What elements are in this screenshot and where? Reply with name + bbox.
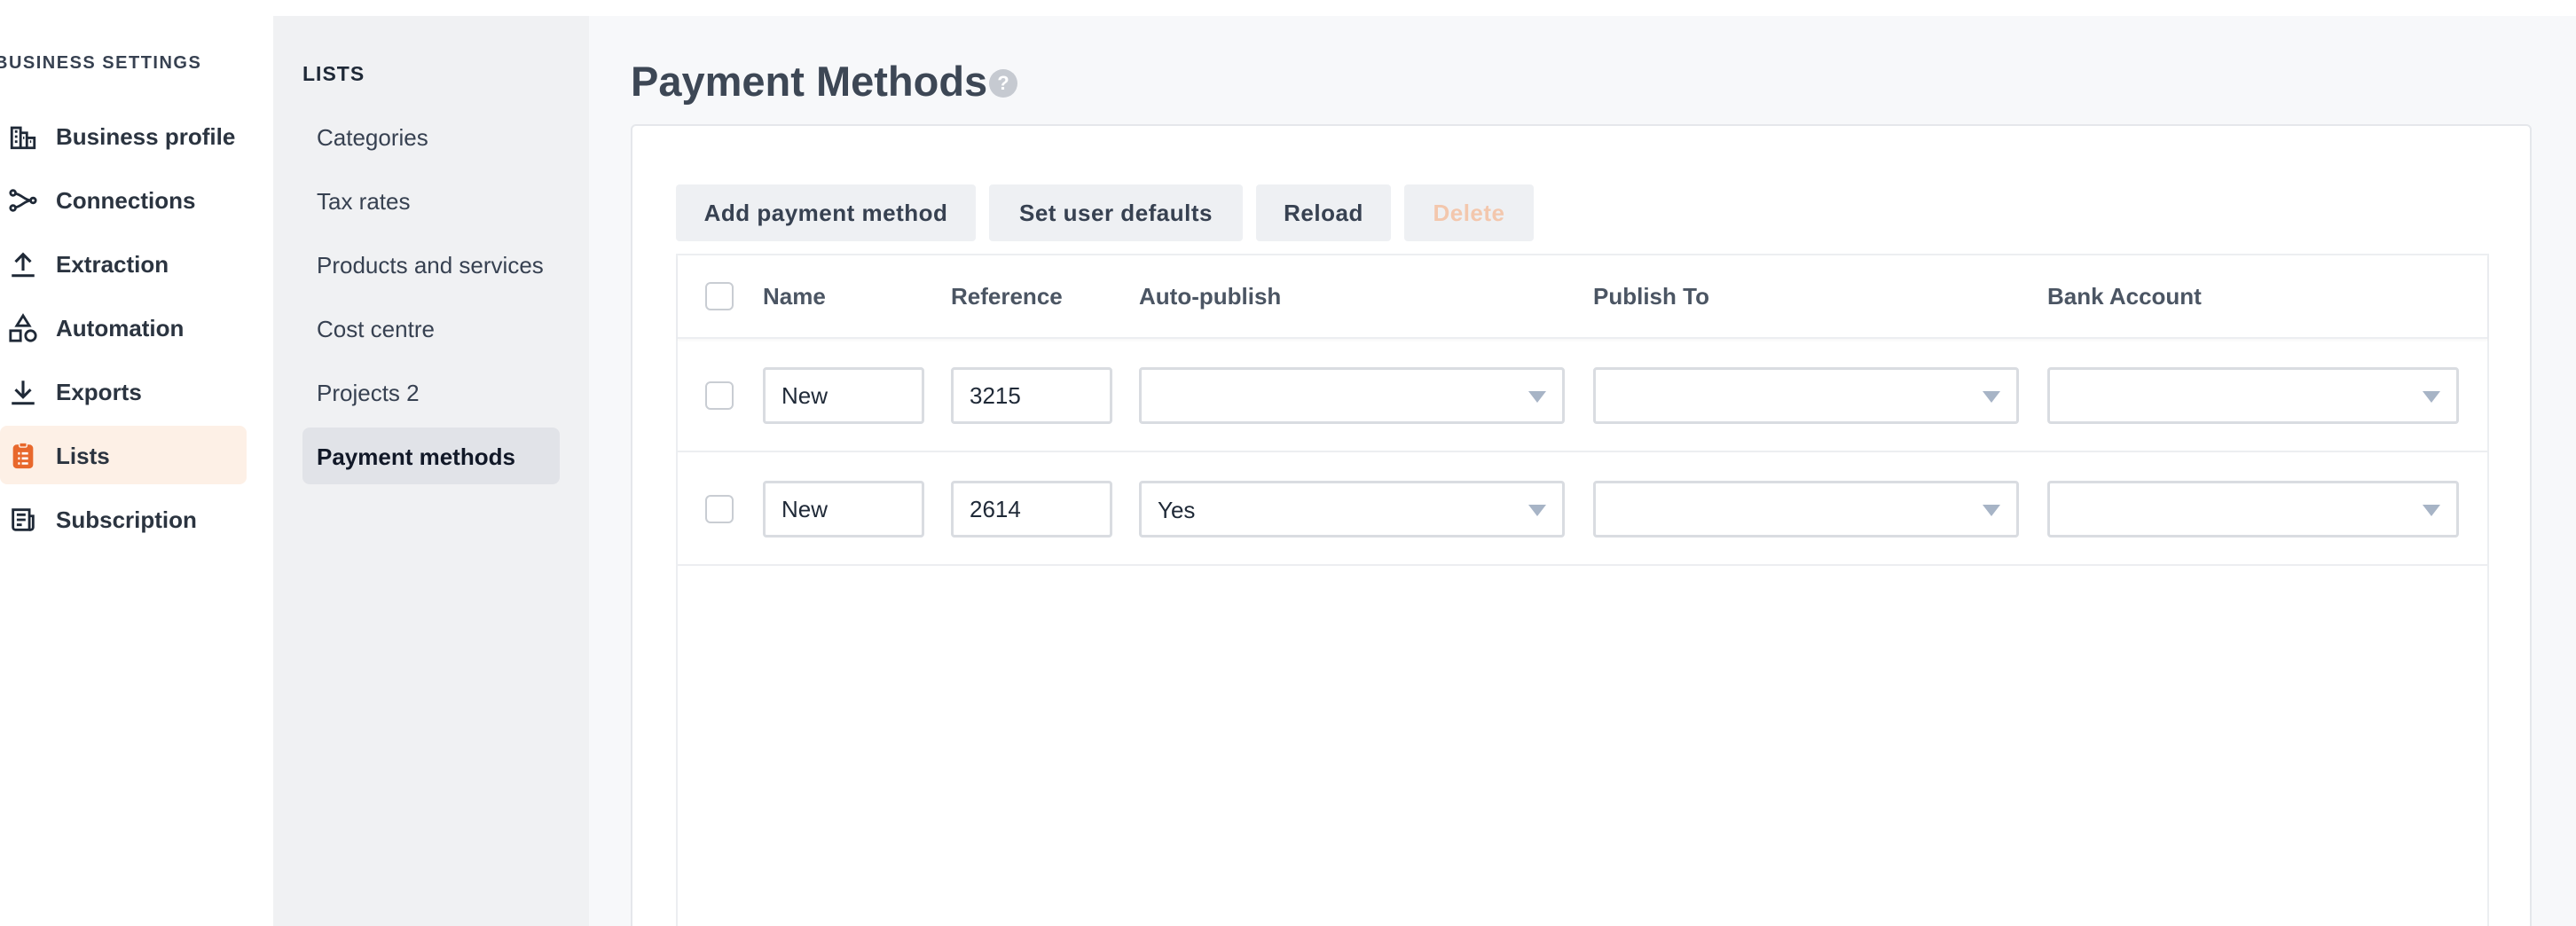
sidebar-item-exports[interactable]: Exports: [0, 362, 247, 420]
list-item-label: Cost centre: [317, 316, 435, 342]
main-content: Payment Methods ? Add payment method Set…: [589, 16, 2576, 926]
chevron-down-icon: [1528, 391, 1546, 403]
sidebar-item-label: Connections: [56, 187, 196, 214]
table-row: New 2614 Yes: [678, 452, 2487, 566]
select-value: Yes: [1158, 497, 1196, 523]
building-icon: [7, 122, 39, 151]
add-payment-method-button[interactable]: Add payment method: [676, 184, 976, 241]
sidebar-item-label: Exports: [56, 379, 142, 405]
column-header-reference[interactable]: Reference: [951, 283, 1063, 310]
list-item-products-and-services[interactable]: Products and services: [302, 236, 560, 293]
name-input[interactable]: New: [763, 481, 924, 538]
set-user-defaults-button[interactable]: Set user defaults: [989, 184, 1243, 241]
list-item-label: Tax rates: [317, 188, 411, 215]
chevron-down-icon: [2423, 505, 2440, 516]
list-item-label: Payment methods: [317, 443, 515, 470]
page-title: Payment Methods: [631, 58, 988, 105]
bank-account-select[interactable]: [2047, 367, 2459, 424]
list-item-projects-2[interactable]: Projects 2: [302, 364, 560, 420]
list-item-label: Products and services: [317, 252, 544, 279]
sidebar-item-subscription[interactable]: Subscription: [0, 490, 247, 548]
sidebar-item-automation[interactable]: Automation: [0, 298, 247, 357]
sidebar-item-label: Business profile: [56, 123, 236, 150]
list-item-label: Projects 2: [317, 380, 420, 406]
lists-panel: LISTS Categories Tax rates Products and …: [273, 16, 589, 926]
table-header: Name Reference Auto-publish Publish To B…: [678, 255, 2487, 339]
chevron-down-icon: [1983, 505, 2000, 516]
sidebar-item-label: Lists: [56, 443, 110, 469]
settings-sidebar: BUSINESS SETTINGS Business profile Conne…: [0, 0, 273, 926]
reference-input[interactable]: 3215: [951, 367, 1112, 424]
sidebar-item-label: Subscription: [56, 506, 197, 533]
select-all-checkbox[interactable]: [705, 282, 734, 310]
table-row: New 3215: [678, 339, 2487, 452]
payment-methods-card: Add payment method Set user defaults Rel…: [631, 124, 2532, 926]
sidebar-item-business-profile[interactable]: Business profile: [0, 106, 247, 165]
shapes-icon: [7, 313, 39, 342]
auto-publish-select[interactable]: Yes: [1139, 481, 1565, 538]
publish-to-select[interactable]: [1593, 367, 2019, 424]
sidebar-item-extraction[interactable]: Extraction: [0, 234, 247, 293]
list-item-categories[interactable]: Categories: [302, 108, 560, 165]
chevron-down-icon: [1983, 391, 2000, 403]
delete-button: Delete: [1404, 184, 1534, 241]
column-header-name[interactable]: Name: [763, 283, 826, 310]
list-item-label: Categories: [317, 124, 428, 151]
column-header-bank-account[interactable]: Bank Account: [2047, 283, 2202, 310]
list-item-payment-methods[interactable]: Payment methods: [302, 428, 560, 484]
clipboard-list-icon: [7, 442, 39, 470]
sidebar-item-connections[interactable]: Connections: [0, 170, 247, 229]
lists-panel-title: LISTS: [302, 62, 365, 85]
sidebar-item-label: Automation: [56, 315, 185, 341]
name-input[interactable]: New: [763, 367, 924, 424]
download-icon: [7, 378, 39, 406]
column-header-auto-publish[interactable]: Auto-publish: [1139, 283, 1281, 310]
chevron-down-icon: [2423, 391, 2440, 403]
reload-button[interactable]: Reload: [1256, 184, 1391, 241]
chevron-down-icon: [1528, 505, 1546, 516]
help-icon[interactable]: ?: [989, 69, 1017, 98]
row-checkbox[interactable]: [705, 381, 734, 410]
publish-to-select[interactable]: [1593, 481, 2019, 538]
row-checkbox[interactable]: [705, 495, 734, 523]
list-item-cost-centre[interactable]: Cost centre: [302, 300, 560, 357]
auto-publish-select[interactable]: [1139, 367, 1565, 424]
connections-icon: [7, 186, 39, 215]
newspaper-icon: [7, 506, 39, 534]
sidebar-item-lists[interactable]: Lists: [0, 426, 247, 484]
payment-methods-table: Name Reference Auto-publish Publish To B…: [676, 254, 2489, 926]
sidebar-title: BUSINESS SETTINGS: [0, 53, 202, 73]
list-item-tax-rates[interactable]: Tax rates: [302, 172, 560, 229]
reference-input[interactable]: 2614: [951, 481, 1112, 538]
upload-icon: [7, 250, 39, 279]
column-header-publish-to[interactable]: Publish To: [1593, 283, 1709, 310]
sidebar-item-label: Extraction: [56, 251, 169, 278]
bank-account-select[interactable]: [2047, 481, 2459, 538]
